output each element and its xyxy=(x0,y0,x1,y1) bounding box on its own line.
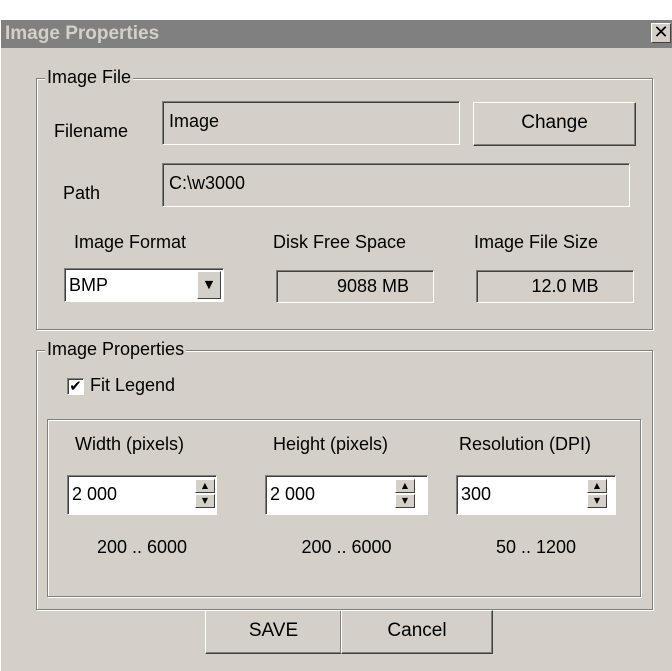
width-spin-up-icon[interactable]: ▲ xyxy=(195,479,215,493)
resolution-range: 50 .. 1200 xyxy=(495,537,577,557)
image-properties-group-label: Image Properties xyxy=(45,339,187,360)
resolution-value: 300 xyxy=(461,484,492,504)
title-bar[interactable]: Image Properties ✕ xyxy=(1,20,672,48)
filename-label: Filename xyxy=(54,121,129,141)
disk-free-space-value: 9088 MB xyxy=(276,270,434,303)
close-icon[interactable]: ✕ xyxy=(651,23,671,43)
height-spin-down-icon[interactable]: ▼ xyxy=(395,494,415,508)
image-format-value: BMP xyxy=(69,275,109,295)
width-spin-down-icon[interactable]: ▼ xyxy=(195,494,215,508)
image-file-group-label: Image File xyxy=(45,67,134,88)
image-format-label: Image Format xyxy=(74,232,187,252)
window-title: Image Properties xyxy=(5,23,160,44)
disk-free-space-label: Disk Free Space xyxy=(273,232,407,252)
image-file-size-value: 12.0 MB xyxy=(476,270,634,303)
path-label: Path xyxy=(63,183,101,203)
path-field[interactable]: C:\w3000 xyxy=(162,163,630,207)
width-range: 200 .. 6000 xyxy=(96,537,188,557)
image-file-size-label: Image File Size xyxy=(474,232,599,252)
image-properties-dialog: Image Properties ✕ Image File Filename I… xyxy=(0,19,672,671)
resolution-spin-down-icon[interactable]: ▼ xyxy=(587,494,607,508)
resolution-spin-up-icon[interactable]: ▲ xyxy=(587,479,607,493)
save-button[interactable]: SAVE xyxy=(205,610,342,654)
height-range: 200 .. 6000 xyxy=(301,537,392,557)
fit-legend-label[interactable]: Fit Legend xyxy=(90,375,175,396)
height-value: 2 000 xyxy=(270,484,316,504)
height-label: Height (pixels) xyxy=(273,434,389,454)
chevron-down-icon[interactable]: ▼ xyxy=(197,271,221,299)
fit-legend-checkbox[interactable]: ✔ xyxy=(67,378,84,395)
width-label: Width (pixels) xyxy=(75,434,185,454)
height-spin-up-icon[interactable]: ▲ xyxy=(395,479,415,493)
width-value: 2 000 xyxy=(72,484,118,504)
change-button[interactable]: Change xyxy=(473,102,636,146)
resolution-label: Resolution (DPI) xyxy=(459,434,592,454)
cancel-button[interactable]: Cancel xyxy=(341,610,493,654)
filename-field[interactable]: Image xyxy=(162,101,460,145)
